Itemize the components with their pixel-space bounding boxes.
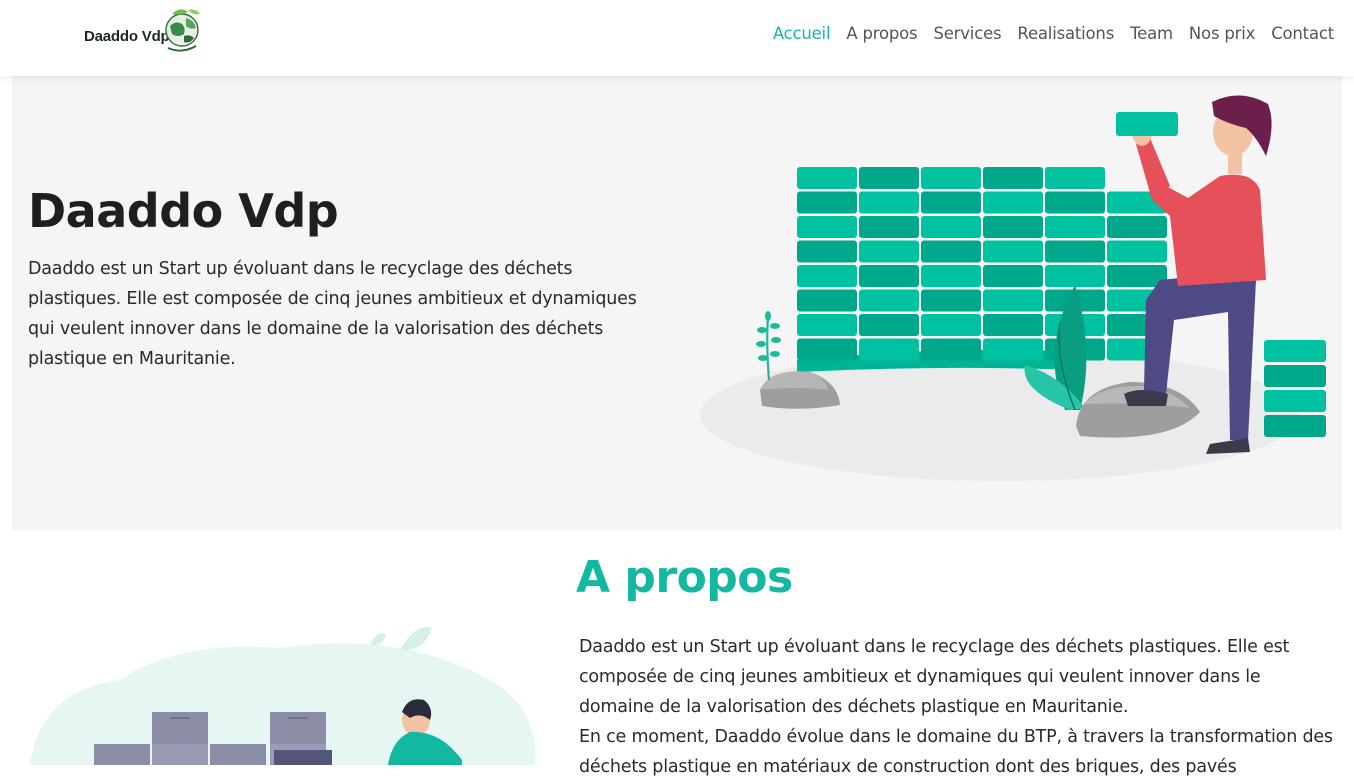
wall-brick [1107,240,1167,263]
wall-brick [797,240,857,263]
wall-brick [921,191,981,214]
wall-brick [921,216,981,238]
wall-brick [859,167,919,189]
wall-brick [1045,216,1105,238]
wall-brick [859,314,919,336]
wall-brick [921,167,981,189]
wall-brick [921,289,981,312]
nav-realisations[interactable]: Realisations [1017,24,1114,43]
brand-logo[interactable]: Daaddo Vdp [84,4,206,60]
globe-leaf-icon [165,9,200,52]
wall-brick [983,216,1043,238]
nav-nos-prix[interactable]: Nos prix [1189,24,1255,43]
wall-brick [1045,167,1105,189]
wall-brick [859,191,919,214]
wall-brick [983,289,1043,312]
nav-team[interactable]: Team [1130,24,1173,43]
wall-brick [983,240,1043,263]
about-title: A propos [576,552,793,603]
about-paragraph-1: Daaddo est un Start up évoluant dans le … [579,637,1290,717]
nav-accueil[interactable]: Accueil [773,24,831,43]
wall-brick [859,289,919,312]
wall-brick [1045,191,1105,214]
nav-a-propos[interactable]: A propos [846,24,917,43]
about-description: Daaddo est un Start up évoluant dans le … [579,632,1339,782]
hero-description: Daaddo est un Start up évoluant dans le … [28,259,637,369]
wall-brick [1107,216,1167,238]
wall-brick [983,167,1043,189]
wall-brick [921,338,981,361]
wall-brick [797,167,857,189]
wall-brick [859,338,919,361]
wall-brick [921,265,981,287]
wall-brick [797,289,857,312]
wall-brick [797,191,857,214]
nav-services[interactable]: Services [933,24,1001,43]
nav-contact[interactable]: Contact [1271,24,1334,43]
wall-brick [983,338,1043,361]
wall-brick [1045,265,1105,287]
site-header: Daaddo Vdp Accueil A propos Services Rea… [0,0,1354,76]
hero-title: Daaddo Vdp [28,184,339,238]
recycling-worker-illustration [30,626,536,765]
wall-brick [921,314,981,336]
wall-brick [797,314,857,336]
about-paragraph-2: En ce moment, Daaddo évolue dans le doma… [579,727,1333,777]
main-nav: Accueil A propos Services Realisations T… [773,24,1334,43]
wall-brick [1045,240,1105,263]
wall-brick [797,216,857,238]
wall-brick [983,314,1043,336]
wall-brick [859,265,919,287]
wall-brick [859,216,919,238]
wall-brick [983,191,1043,214]
wall-brick [983,265,1043,287]
wall-brick [797,265,857,287]
brick-wall-illustration [700,95,1326,481]
wall-brick [797,338,857,361]
wall-brick [921,240,981,263]
wall-brick [859,240,919,263]
hero-section: Daaddo Vdp Daaddo est un Start up évolua… [12,76,1342,530]
